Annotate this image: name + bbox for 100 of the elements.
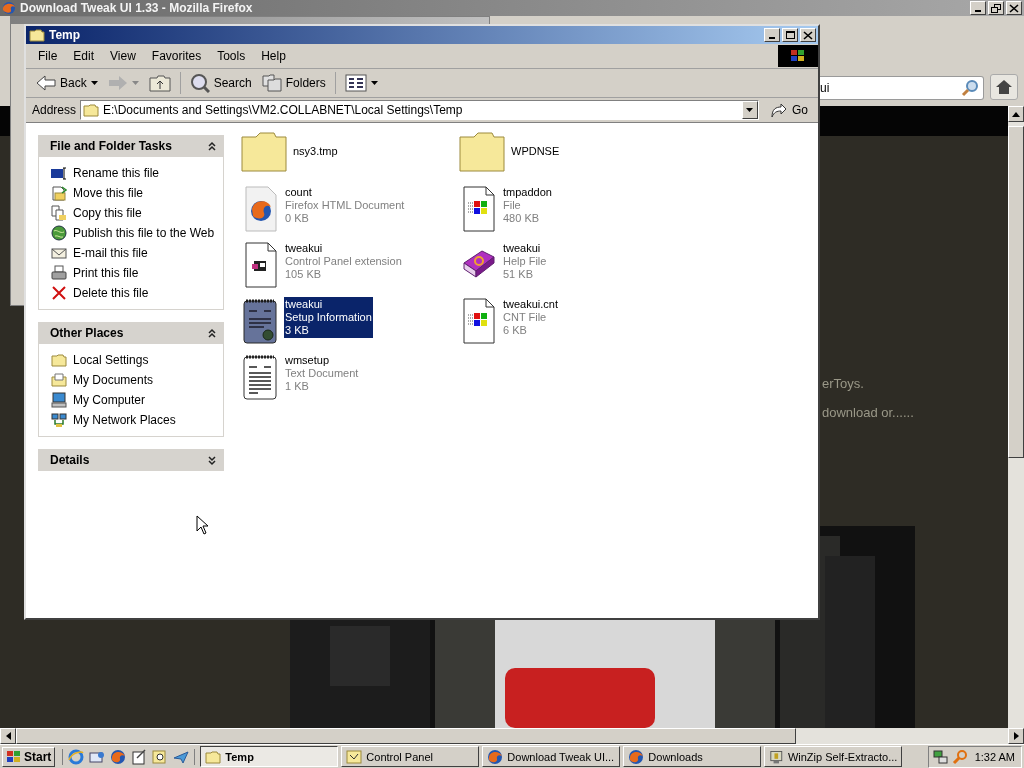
file-label[interactable]: wmsetup Text Document 1 KB xyxy=(284,353,360,394)
minimize-button[interactable] xyxy=(764,28,780,42)
folders-button[interactable]: Folders xyxy=(257,72,330,94)
task-link[interactable]: Rename this file xyxy=(51,163,223,183)
pane-header[interactable]: Details xyxy=(38,449,224,471)
printer-icon xyxy=(51,265,67,281)
setup-file-icon xyxy=(240,297,280,345)
arrow-icon[interactable] xyxy=(173,748,190,765)
documents-folder-icon xyxy=(51,372,67,388)
file-label[interactable]: WPDNSE xyxy=(510,143,561,159)
address-label: Address xyxy=(32,103,77,117)
envelope-icon xyxy=(51,245,67,261)
right-arrow-icon xyxy=(1013,732,1019,740)
file-label[interactable]: tweakui Control Panel extension 105 KB xyxy=(284,241,403,282)
menu-item[interactable]: Favorites xyxy=(143,49,210,63)
text-file-icon xyxy=(240,353,280,401)
folder-icon xyxy=(458,129,506,173)
task-link[interactable]: My Computer xyxy=(51,390,223,410)
windows-flag-icon xyxy=(789,48,807,64)
globe-icon xyxy=(51,225,67,241)
cursor-icon xyxy=(196,515,208,535)
caret-icon xyxy=(131,81,139,85)
folder-icon xyxy=(51,352,67,368)
scroll-right-button[interactable] xyxy=(1008,728,1024,744)
task-link[interactable]: Delete this file xyxy=(51,283,223,303)
search-button[interactable]: Search xyxy=(185,71,256,95)
menu-item[interactable]: Tools xyxy=(209,49,254,63)
folders-icon xyxy=(261,74,282,92)
dropdown-button[interactable] xyxy=(742,101,758,119)
browser-icon[interactable] xyxy=(110,748,127,765)
archive-icon xyxy=(769,748,784,765)
menu-item[interactable]: Edit xyxy=(65,49,103,63)
search-icon[interactable] xyxy=(152,748,169,765)
file-label[interactable]: count Firefox HTML Document 0 KB xyxy=(284,185,406,226)
address-field[interactable]: E:\Documents and Settings\VM2.COLLABNET\Local Settings\Temp xyxy=(80,100,759,120)
window-title: Temp xyxy=(49,28,82,42)
browser-icon xyxy=(487,748,504,765)
search-field[interactable]: ui xyxy=(818,76,984,100)
maximize-button[interactable] xyxy=(782,28,798,42)
pane-header[interactable]: Other Places xyxy=(38,322,224,344)
pane-header[interactable]: File and Folder Tasks xyxy=(38,135,224,157)
home-icon xyxy=(995,79,1013,95)
notepad-icon[interactable] xyxy=(131,748,148,765)
task-link[interactable]: My Network Places xyxy=(51,410,223,430)
taskbar-button[interactable]: Download Tweak UI... xyxy=(482,746,621,767)
taskbar-button[interactable]: Temp xyxy=(200,746,339,767)
copy-file-icon xyxy=(51,205,67,221)
menu-item[interactable]: View xyxy=(102,49,144,63)
restore-icon xyxy=(990,2,1002,14)
start-button[interactable]: Start xyxy=(2,746,56,767)
back-arrow-icon xyxy=(36,75,56,91)
maximize-icon xyxy=(784,29,796,41)
caret-icon xyxy=(90,81,98,85)
minimize-button[interactable] xyxy=(970,1,986,15)
network-icon xyxy=(51,412,67,428)
task-link[interactable]: E-mail this file xyxy=(51,243,223,263)
taskbar-button[interactable]: Downloads xyxy=(623,746,762,767)
caret-icon xyxy=(370,81,378,85)
magnifier-icon xyxy=(951,748,968,765)
browser-icon xyxy=(2,1,16,15)
forward-arrow-icon xyxy=(107,75,128,91)
computer-icon xyxy=(51,392,67,408)
folder-icon xyxy=(240,129,288,173)
close-icon xyxy=(1008,2,1020,14)
task-link[interactable]: Print this file xyxy=(51,263,223,283)
views-icon xyxy=(344,74,367,92)
folder-icon xyxy=(83,103,100,117)
task-link[interactable]: My Documents xyxy=(51,370,223,390)
file-label[interactable]: nsy3.tmp xyxy=(292,143,339,159)
scrollbar-thumb[interactable] xyxy=(1008,126,1024,458)
window-title: Download Tweak UI 1.33 - Mozilla Firefox xyxy=(20,1,254,15)
folder-icon xyxy=(29,28,45,42)
ie-icon[interactable] xyxy=(68,748,85,765)
task-link[interactable]: Copy this file xyxy=(51,203,223,223)
home-button[interactable] xyxy=(990,74,1018,100)
close-button[interactable] xyxy=(800,28,816,42)
network-icon xyxy=(932,748,949,765)
file-label[interactable]: tweakui Setup Information 3 KB xyxy=(284,297,373,338)
back-button[interactable]: Back xyxy=(32,73,102,93)
close-icon xyxy=(802,29,814,41)
close-button[interactable] xyxy=(1006,1,1022,15)
scroll-up-button[interactable] xyxy=(1008,106,1024,122)
go-button[interactable]: Go xyxy=(763,101,814,119)
menu-item[interactable]: File xyxy=(30,49,66,63)
rename-icon xyxy=(51,165,67,181)
menu-item[interactable]: Help xyxy=(253,49,294,63)
taskbar-button[interactable]: WinZip Self-Extracto... xyxy=(764,746,903,767)
file-label[interactable]: tweakui.cnt CNT File 6 KB xyxy=(502,297,560,338)
file-label[interactable]: tweakui Help File 51 KB xyxy=(502,241,548,282)
scroll-left-button[interactable] xyxy=(0,728,16,744)
clock: 1:32 AM xyxy=(973,750,1015,763)
folder-icon xyxy=(205,748,222,765)
task-link[interactable]: Move this file xyxy=(51,183,223,203)
task-link[interactable]: Publish this file to the Web xyxy=(51,223,223,243)
scrollbar-thumb[interactable] xyxy=(16,728,796,744)
minimize-icon xyxy=(769,37,775,39)
file-label[interactable]: tmpaddon File 480 KB xyxy=(502,185,553,226)
taskbar-button[interactable]: Control Panel xyxy=(341,746,480,767)
restore-button[interactable] xyxy=(988,1,1004,15)
task-link[interactable]: Local Settings xyxy=(51,350,223,370)
